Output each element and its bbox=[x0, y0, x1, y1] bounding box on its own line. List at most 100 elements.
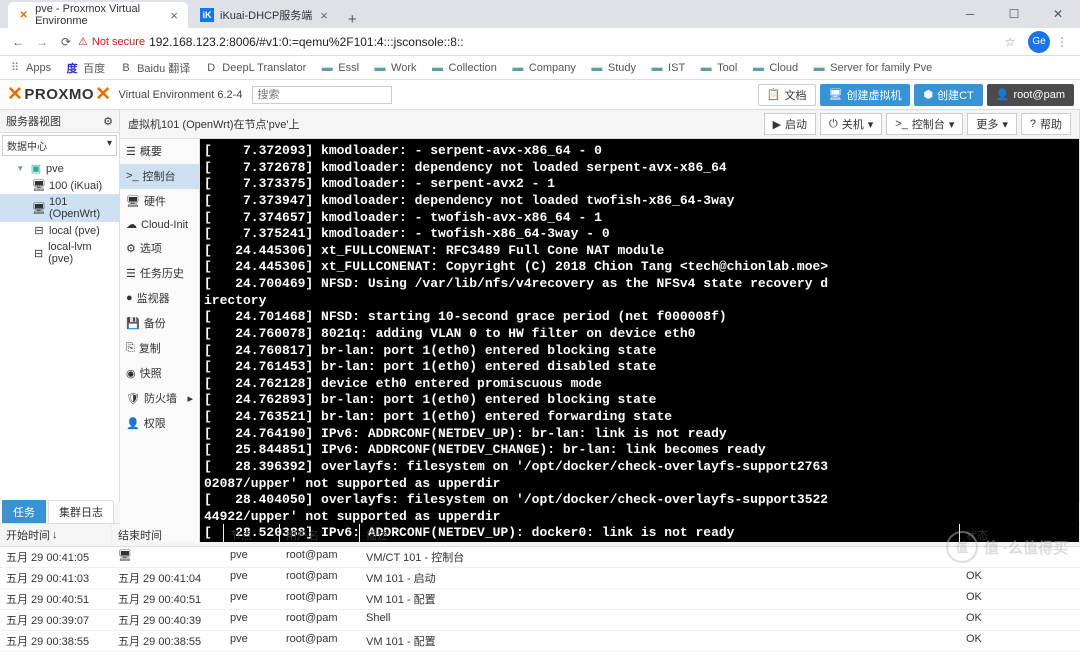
node-pve[interactable]: ▾▣pve bbox=[0, 160, 119, 177]
task-table: 开始时间 ↓ 结束时间 节点 用户名 描述 状态 五月 29 00:41:05🖥… bbox=[0, 524, 1080, 652]
maximize-icon[interactable]: ☐ bbox=[992, 0, 1036, 28]
bookmark-folder-tool[interactable]: ▬Tool bbox=[699, 61, 737, 75]
chevron-down-icon: ▾ bbox=[868, 118, 874, 131]
cell-end: 🖥 bbox=[112, 547, 224, 567]
col-label: 结束时间 bbox=[118, 527, 162, 543]
disk-icon: ⊟ bbox=[32, 224, 46, 237]
bookmark-folder-essl[interactable]: ▬Essl bbox=[320, 61, 359, 75]
subnav-summary[interactable]: ☰概要 bbox=[120, 139, 199, 164]
user-icon: 👤 bbox=[126, 417, 140, 430]
bookmark-folder-cloud[interactable]: ▬Cloud bbox=[751, 61, 798, 75]
watermark-text: 值 ·么值得买 bbox=[984, 537, 1068, 558]
user-menu-button[interactable]: 👤root@pam bbox=[987, 84, 1074, 106]
tab-cluster-log[interactable]: 集群日志 bbox=[48, 500, 114, 523]
node-vm-101[interactable]: 🖥101 (OpenWrt) bbox=[0, 194, 119, 222]
tab-tasks[interactable]: 任务 bbox=[2, 500, 46, 523]
subnav-taskhistory[interactable]: ☰任务历史 bbox=[120, 261, 199, 286]
subnav-replication[interactable]: ⎘复制 bbox=[120, 336, 199, 361]
site-icon: B bbox=[119, 61, 133, 75]
console-button[interactable]: >_控制台▾ bbox=[886, 113, 963, 135]
node-storage-local-lvm[interactable]: ⊟local-lvm (pve) bbox=[0, 239, 119, 267]
bookmark-folder-study[interactable]: ▬Study bbox=[590, 61, 636, 75]
logo-text: PROXMO bbox=[24, 86, 94, 103]
col-node[interactable]: 节点 bbox=[224, 524, 280, 546]
subnav-label: 硬件 bbox=[144, 193, 166, 209]
button-label: 文档 bbox=[785, 87, 807, 103]
task-row[interactable]: 五月 29 00:39:07五月 29 00:40:39pveroot@pamS… bbox=[0, 610, 1080, 631]
docs-button[interactable]: 📋文档 bbox=[758, 84, 816, 106]
subnav-snapshot[interactable]: ◉快照 bbox=[120, 361, 199, 386]
folder-icon: ▬ bbox=[812, 61, 826, 75]
subnav-permissions[interactable]: 👤 权限 bbox=[120, 411, 199, 436]
bookmark-baidu-translate[interactable]: BBaidu 翻译 bbox=[119, 60, 190, 76]
col-desc[interactable]: 描述 bbox=[360, 524, 960, 546]
close-icon[interactable]: × bbox=[170, 8, 178, 23]
caret-icon: ▾ bbox=[18, 163, 26, 174]
node-label: 101 (OpenWrt) bbox=[49, 196, 115, 220]
datacenter-dropdown[interactable]: 数据中心 ▾ bbox=[2, 135, 117, 156]
browser-tab-1[interactable]: iK iKuai-DHCP服务端 × bbox=[190, 2, 338, 28]
col-end[interactable]: 结束时间 bbox=[112, 524, 224, 546]
window-controls: ─ ☐ ✕ bbox=[948, 0, 1080, 28]
apps-button[interactable]: ⠿ Apps bbox=[8, 61, 51, 75]
task-row[interactable]: 五月 29 00:40:51五月 29 00:40:51pveroot@pamV… bbox=[0, 589, 1080, 610]
bookmark-folder-work[interactable]: ▬Work bbox=[373, 61, 416, 75]
bookmark-folder-ist[interactable]: ▬IST bbox=[650, 61, 685, 75]
bookmark-folder-company[interactable]: ▬Company bbox=[511, 61, 576, 75]
new-tab-button[interactable]: + bbox=[340, 11, 365, 28]
create-ct-button[interactable]: ⬢创建CT bbox=[914, 84, 982, 106]
search-input[interactable] bbox=[252, 86, 392, 104]
col-user[interactable]: 用户名 bbox=[280, 524, 360, 546]
task-row[interactable]: 五月 29 00:41:05🖥pveroot@pamVM/CT 101 - 控制… bbox=[0, 547, 1080, 568]
close-icon[interactable]: ✕ bbox=[1036, 0, 1080, 28]
browser-tab-0[interactable]: ✕ pve - Proxmox Virtual Environme × bbox=[8, 2, 188, 28]
bookmark-label: DeepL Translator bbox=[222, 62, 306, 74]
bookmark-label: Tool bbox=[717, 62, 737, 74]
task-row[interactable]: 五月 29 00:38:55五月 29 00:38:55pveroot@pamV… bbox=[0, 631, 1080, 652]
address-bar: ← → ⟳ ⚠ Not secure 192.168.123.2:8006/#v… bbox=[0, 28, 1080, 56]
button-label: 更多 bbox=[976, 116, 998, 132]
bookmark-folder-collection[interactable]: ▬Collection bbox=[431, 61, 497, 75]
bookmark-baidu[interactable]: 度百度 bbox=[65, 60, 105, 76]
star-icon[interactable]: ☆ bbox=[998, 30, 1022, 54]
subnav-firewall[interactable]: 🛡防火墙▸ bbox=[120, 386, 199, 411]
back-icon[interactable]: ← bbox=[6, 30, 30, 54]
subnav-label: 权限 bbox=[144, 415, 166, 431]
help-button[interactable]: ?帮助 bbox=[1021, 113, 1071, 135]
col-start[interactable]: 开始时间 ↓ bbox=[0, 524, 112, 546]
subnav-monitor[interactable]: ●监视器 bbox=[120, 286, 199, 311]
cell-end: 五月 29 00:40:39 bbox=[112, 610, 224, 630]
subnav-console[interactable]: >_控制台 bbox=[120, 164, 199, 189]
subnav-backup[interactable]: 💾备份 bbox=[120, 311, 199, 336]
subnav-hardware[interactable]: 🖥硬件 bbox=[120, 189, 199, 214]
proxmox-logo[interactable]: ✕ PROXMO ✕ bbox=[6, 83, 113, 106]
minimize-icon[interactable]: ─ bbox=[948, 0, 992, 28]
button-label: 创建虚拟机 bbox=[846, 87, 901, 103]
url-input[interactable]: 192.168.123.2:8006/#v1:0:=qemu%2F101:4::… bbox=[149, 35, 998, 49]
baidu-icon: 度 bbox=[65, 61, 79, 75]
task-row[interactable]: 五月 29 00:41:03五月 29 00:41:04pveroot@pamV… bbox=[0, 568, 1080, 589]
bookmark-deepl[interactable]: DDeepL Translator bbox=[204, 61, 306, 75]
security-badge[interactable]: ⚠ Not secure bbox=[78, 35, 145, 48]
save-icon: 💾 bbox=[126, 317, 140, 330]
node-storage-local[interactable]: ⊟local (pve) bbox=[0, 222, 119, 239]
forward-icon[interactable]: → bbox=[30, 30, 54, 54]
copy-icon: ⎘ bbox=[126, 342, 135, 355]
bookmark-folder-server[interactable]: ▬Server for family Pve bbox=[812, 61, 932, 75]
cell-user: root@pam bbox=[280, 589, 360, 609]
subnav-options[interactable]: ⚙选项 bbox=[120, 236, 199, 261]
close-icon[interactable]: × bbox=[320, 8, 328, 23]
menu-icon[interactable]: ⋮ bbox=[1050, 30, 1074, 54]
vm-console[interactable]: [ 7.372093] kmodloader: - serpent-avx-x8… bbox=[200, 139, 1079, 542]
reload-icon[interactable]: ⟳ bbox=[54, 30, 78, 54]
shutdown-button[interactable]: ⏻关机▾ bbox=[820, 113, 882, 135]
start-button[interactable]: ▶启动 bbox=[764, 113, 816, 135]
terminal-icon: >_ bbox=[126, 170, 139, 182]
cell-user: root@pam bbox=[280, 610, 360, 630]
subnav-cloudinit[interactable]: ☁Cloud-Init bbox=[120, 214, 199, 236]
create-vm-button[interactable]: 🖥创建虚拟机 bbox=[820, 84, 911, 106]
node-vm-100[interactable]: 🖥100 (iKuai) bbox=[0, 177, 119, 194]
user-avatar[interactable]: Ge bbox=[1028, 31, 1050, 53]
more-button[interactable]: 更多▾ bbox=[967, 113, 1017, 135]
cog-icon[interactable]: ⚙ bbox=[103, 115, 113, 128]
